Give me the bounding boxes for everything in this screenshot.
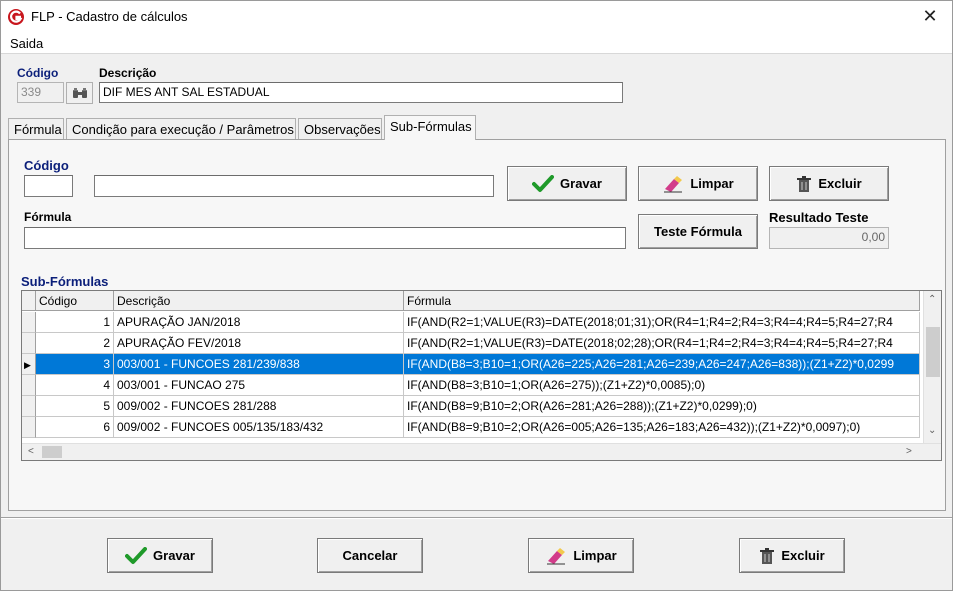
eraser-icon xyxy=(664,175,683,192)
trash-icon xyxy=(797,175,812,192)
tab-sub-formulas[interactable]: Sub-Fórmulas xyxy=(384,115,476,140)
cell-codigo[interactable]: 2 xyxy=(36,333,114,354)
binoculars-icon xyxy=(72,88,87,98)
cell-formula[interactable]: IF(AND(B8=3;B10=1;OR(A26=225;A26=281;A26… xyxy=(404,354,920,375)
footer-separator xyxy=(1,517,952,519)
table-row[interactable]: 2 APURAÇÃO FEV/2018 IF(AND(R2=1;VALUE(R3)=… xyxy=(22,333,920,354)
cell-descricao[interactable]: 003/001 - FUNCAO 275 xyxy=(114,375,404,396)
button-label: Cancelar xyxy=(342,548,398,563)
row-indicator[interactable] xyxy=(22,396,36,417)
cell-descricao[interactable]: APURAÇÃO FEV/2018 xyxy=(114,333,404,354)
main-window: FLP - Cadastro de cálculos ✕ Saida Códig… xyxy=(0,0,953,591)
scroll-right-icon[interactable]: > xyxy=(906,446,912,457)
cell-formula[interactable]: IF(AND(B8=3;B10=1;OR(A26=275));(Z1+Z2)*0… xyxy=(404,375,920,396)
button-label: Excluir xyxy=(781,548,825,563)
tab-observacoes[interactable]: Observações xyxy=(298,118,382,140)
table-row[interactable]: 6 009/002 - FUNCOES 005/135/183/432 IF(AND… xyxy=(22,417,920,438)
cell-descricao[interactable]: 003/001 - FUNCOES 281/239/838 xyxy=(114,354,404,375)
cell-codigo[interactable]: 3 xyxy=(36,354,114,375)
tab-label: Condição para execução / Parâmetros xyxy=(72,122,294,137)
table-row[interactable]: 5 009/002 - FUNCOES 281/288 IF(AND(B8=9;B1… xyxy=(22,396,920,417)
button-label: Gravar xyxy=(153,548,195,563)
resultado-teste-field: 0,00 xyxy=(769,227,889,249)
sub-codigo-label: Código xyxy=(24,158,69,173)
row-indicator[interactable] xyxy=(22,312,36,333)
sub-descricao-field[interactable] xyxy=(94,175,494,197)
table-row[interactable]: 1 APURAÇÃO JAN/2018 IF(AND(R2=1;VALUE(R3)=… xyxy=(22,312,920,333)
cell-formula[interactable]: IF(AND(B8=9;B10=2;OR(A26=005;A26=135;A26… xyxy=(404,417,920,438)
close-button[interactable]: ✕ xyxy=(908,1,952,32)
tab-condicao[interactable]: Condição para execução / Parâmetros xyxy=(66,118,296,140)
horizontal-scrollbar[interactable]: < > xyxy=(22,443,941,460)
button-label: Excluir xyxy=(818,176,862,191)
column-header-formula[interactable]: Fórmula xyxy=(404,291,920,311)
menu-item-saida[interactable]: Saida xyxy=(10,36,43,51)
checkmark-icon xyxy=(532,174,555,192)
row-indicator[interactable] xyxy=(22,375,36,396)
close-icon: ✕ xyxy=(922,6,938,26)
menu-bar: Saida xyxy=(1,32,952,54)
button-label: Gravar xyxy=(560,176,602,191)
cell-formula[interactable]: IF(AND(R2=1;VALUE(R3)=DATE(2018;02;28);O… xyxy=(404,333,920,354)
descricao-field[interactable]: DIF MES ANT SAL ESTADUAL xyxy=(99,82,623,103)
checkmark-icon xyxy=(125,546,148,564)
indicator-header xyxy=(22,291,36,311)
codigo-label: Código xyxy=(17,66,59,80)
tab-label: Fórmula xyxy=(14,122,62,137)
grid-header: Código Descrição Fórmula xyxy=(22,291,920,311)
table-row[interactable]: ▶ 3 003/001 - FUNCOES 281/239/838 IF(AND(B8… xyxy=(22,354,920,375)
cell-codigo[interactable]: 6 xyxy=(36,417,114,438)
cell-formula[interactable]: IF(AND(R2=1;VALUE(R3)=DATE(2018;01;31);O… xyxy=(404,312,920,333)
window-title: FLP - Cadastro de cálculos xyxy=(31,9,188,24)
cell-codigo[interactable]: 5 xyxy=(36,396,114,417)
scroll-down-icon[interactable]: ⌄ xyxy=(928,425,936,436)
scrollbar-thumb[interactable] xyxy=(926,327,940,377)
button-label: Limpar xyxy=(690,176,734,191)
row-indicator[interactable] xyxy=(22,417,36,438)
tab-formula[interactable]: Fórmula xyxy=(8,118,64,140)
tab-label: Sub-Fórmulas xyxy=(390,119,472,134)
resultado-teste-label: Resultado Teste xyxy=(769,210,869,225)
limpar-sub-button[interactable]: Limpar xyxy=(638,166,758,201)
button-label: Teste Fórmula xyxy=(654,224,742,239)
app-logo-icon xyxy=(8,9,24,25)
current-row-icon: ▶ xyxy=(24,360,31,370)
limpar-button[interactable]: Limpar xyxy=(528,538,634,573)
grid-title: Sub-Fórmulas xyxy=(21,274,109,289)
cell-descricao[interactable]: 009/002 - FUNCOES 281/288 xyxy=(114,396,404,417)
table-row[interactable]: 4 003/001 - FUNCAO 275 IF(AND(B8=3;B10=1;O… xyxy=(22,375,920,396)
cell-codigo[interactable]: 4 xyxy=(36,375,114,396)
column-header-descricao[interactable]: Descrição xyxy=(114,291,404,311)
excluir-button[interactable]: Excluir xyxy=(739,538,845,573)
sub-formulas-grid[interactable]: Código Descrição Fórmula 1 APURAÇÃO JAN/2… xyxy=(21,290,942,461)
search-button[interactable] xyxy=(66,82,93,104)
cancelar-button[interactable]: Cancelar xyxy=(317,538,423,573)
gravar-button[interactable]: Gravar xyxy=(107,538,213,573)
column-header-codigo[interactable]: Código xyxy=(36,291,114,311)
cell-descricao[interactable]: 009/002 - FUNCOES 005/135/183/432 xyxy=(114,417,404,438)
codigo-field[interactable]: 339 xyxy=(17,82,64,103)
excluir-sub-button[interactable]: Excluir xyxy=(769,166,889,201)
teste-formula-button[interactable]: Teste Fórmula xyxy=(638,214,758,249)
button-label: Limpar xyxy=(573,548,617,563)
cell-descricao[interactable]: APURAÇÃO JAN/2018 xyxy=(114,312,404,333)
row-indicator[interactable]: ▶ xyxy=(22,354,36,375)
scroll-left-icon[interactable]: < xyxy=(28,446,34,457)
gravar-sub-button[interactable]: Gravar xyxy=(507,166,627,201)
tab-label: Observações xyxy=(304,122,381,137)
cell-formula[interactable]: IF(AND(B8=9;B10=2;OR(A26=281;A26=288));(… xyxy=(404,396,920,417)
formula-field[interactable] xyxy=(24,227,626,249)
hscrollbar-thumb[interactable] xyxy=(42,446,62,458)
descricao-label: Descrição xyxy=(99,66,157,80)
cell-codigo[interactable]: 1 xyxy=(36,312,114,333)
row-indicator[interactable] xyxy=(22,333,36,354)
sub-codigo-field[interactable] xyxy=(24,175,73,197)
formula-label: Fórmula xyxy=(24,210,72,224)
trash-icon xyxy=(760,547,775,564)
scroll-up-icon[interactable]: ⌃ xyxy=(928,294,936,305)
vertical-scrollbar[interactable]: ⌃ ⌄ xyxy=(923,291,941,443)
title-bar: FLP - Cadastro de cálculos ✕ xyxy=(1,1,952,32)
eraser-icon xyxy=(547,547,566,564)
